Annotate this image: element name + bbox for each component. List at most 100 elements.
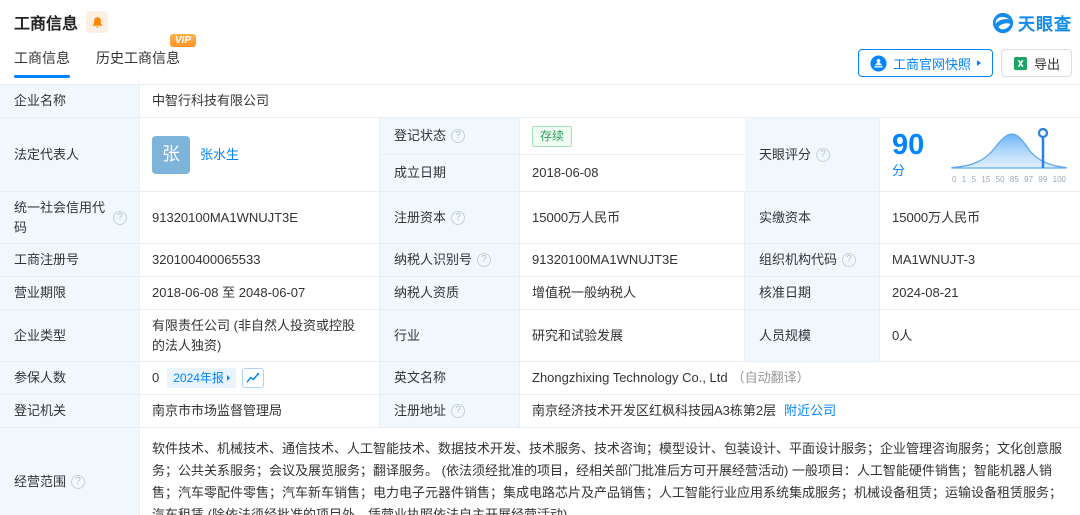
score-distribution-chart: 0151550859799100 (950, 125, 1068, 184)
business-scope-value: 软件技术、机械技术、通信技术、人工智能技术、数据技术开发、技术服务、技术咨询；模… (140, 428, 1080, 515)
field-label: 注册地址 (380, 395, 520, 427)
paid-capital-value: 15000万人民币 (880, 192, 1080, 243)
score-axis-ticks: 0151550859799100 (950, 175, 1068, 184)
table-row-reg-authority: 登记机关 南京市市场监督管理局 注册地址 南京经济技术开发区红枫科技园A3栋第2… (0, 395, 1080, 428)
score-curve (950, 125, 1068, 171)
tianyancha-logo-icon (992, 12, 1014, 34)
field-label: 登记状态 (380, 118, 520, 154)
field-label: 工商注册号 (0, 244, 140, 276)
auto-translate-note: （自动翻译） (732, 368, 810, 388)
legal-rep-cell: 张 张水生 (140, 118, 380, 191)
line-chart-icon (246, 373, 259, 384)
field-label: 统一社会信用代码 (0, 192, 140, 243)
reg-address-cell: 南京经济技术开发区红枫科技园A3栋第2层 附近公司 (520, 395, 1080, 427)
company-type-value: 有限责任公司 (非自然人投资或控股的法人独资) (140, 310, 380, 361)
business-info-panel: 工商信息 天眼查 工商信息 历史工商信息 VIP 工商官网快照 (0, 0, 1080, 515)
reg-capital-value: 15000万人民币 (520, 192, 745, 243)
org-code-value: MA1WNUJT-3 (880, 244, 1080, 276)
field-label: 经营范围 (0, 428, 140, 515)
field-label: 行业 (380, 310, 520, 361)
insured-count: 0 (152, 368, 159, 388)
reg-status-subrow: 登记状态 存续 (380, 118, 745, 155)
field-label: 英文名称 (380, 362, 520, 394)
table-row-company-type: 企业类型 有限责任公司 (非自然人投资或控股的法人独资) 行业 研究和试验发展 … (0, 310, 1080, 362)
reg-authority-value: 南京市市场监督管理局 (140, 395, 380, 427)
staff-size-value: 0人 (880, 310, 1080, 361)
status-date-column: 登记状态 存续 成立日期 2018-06-08 (380, 118, 745, 191)
taxpayer-quality-value: 增值税一般纳税人 (520, 277, 745, 309)
tab-history-business-info[interactable]: 历史工商信息 VIP (96, 48, 180, 78)
business-term-value: 2018-06-08 至 2048-06-07 (140, 277, 380, 309)
table-row-reg-number: 工商注册号 320100400065533 纳税人识别号 91320100MA1… (0, 244, 1080, 277)
excel-icon (1013, 56, 1028, 71)
page-title: 工商信息 (14, 10, 78, 34)
logo-text: 天眼查 (1018, 10, 1072, 35)
business-info-table: 企业名称 中智行科技有限公司 法定代表人 张 张水生 登记状态 存续 (0, 84, 1080, 515)
tianyancha-logo[interactable]: 天眼查 (992, 10, 1072, 35)
field-label: 实缴资本 (745, 192, 880, 243)
trend-chart-button[interactable] (242, 368, 264, 388)
status-badge: 存续 (532, 126, 572, 147)
insured-cell: 0 2024年报 (140, 362, 380, 394)
company-name-value: 中智行科技有限公司 (140, 85, 1080, 117)
official-snapshot-button[interactable]: 工商官网快照 (858, 49, 993, 77)
help-icon[interactable] (451, 211, 465, 225)
field-label: 企业名称 (0, 85, 140, 117)
help-icon[interactable] (816, 148, 830, 162)
score-cell: 90 分 (880, 118, 1080, 191)
field-label: 天眼评分 (745, 118, 880, 191)
snapshot-button-label: 工商官网快照 (893, 54, 971, 73)
legal-rep-link[interactable]: 张水生 (200, 145, 239, 165)
tab-bar: 工商信息 历史工商信息 VIP 工商官网快照 导出 (0, 38, 1080, 82)
field-label: 参保人数 (0, 362, 140, 394)
english-name-value: Zhongzhixing Technology Co., Ltd （自动翻译） (520, 362, 1080, 394)
field-label: 组织机构代码 (745, 244, 880, 276)
field-label: 纳税人资质 (380, 277, 520, 309)
export-button[interactable]: 导出 (1001, 49, 1072, 77)
help-icon[interactable] (477, 253, 491, 267)
chevron-right-icon (977, 60, 981, 66)
field-label: 注册资本 (380, 192, 520, 243)
score-marker-pin (1039, 129, 1047, 137)
stamp-icon (870, 55, 887, 72)
help-icon[interactable] (842, 253, 856, 267)
vip-badge: VIP (170, 34, 196, 47)
establish-date-subrow: 成立日期 2018-06-08 (380, 155, 745, 191)
establish-date-value: 2018-06-08 (520, 155, 745, 191)
export-button-label: 导出 (1034, 54, 1060, 73)
taxpayer-id-value: 91320100MA1WNUJT3E (520, 244, 745, 276)
score-value: 90 (892, 129, 924, 161)
nearby-companies-link[interactable]: 附近公司 (784, 401, 836, 421)
reg-status-value: 存续 (520, 118, 745, 154)
field-label: 纳税人识别号 (380, 244, 520, 276)
tab-business-info[interactable]: 工商信息 (14, 48, 70, 78)
score-unit: 分 (892, 163, 905, 178)
panel-header: 工商信息 天眼查 (0, 0, 1080, 38)
field-label: 登记机关 (0, 395, 140, 427)
annual-report-badge[interactable]: 2024年报 (167, 368, 236, 388)
tab-label: 历史工商信息 (96, 50, 180, 66)
field-label: 人员规模 (745, 310, 880, 361)
field-label: 核准日期 (745, 277, 880, 309)
table-row-insured: 参保人数 0 2024年报 英文名称 Zhongzhixing Technolo… (0, 362, 1080, 395)
help-icon[interactable] (451, 129, 465, 143)
reg-address-value: 南京经济技术开发区红枫科技园A3栋第2层 (532, 401, 776, 421)
table-row-credit-code: 统一社会信用代码 91320100MA1WNUJT3E 注册资本 15000万人… (0, 192, 1080, 244)
table-row-business-term: 营业期限 2018-06-08 至 2048-06-07 纳税人资质 增值税一般… (0, 277, 1080, 310)
table-row-company-name: 企业名称 中智行科技有限公司 (0, 85, 1080, 118)
help-icon[interactable] (71, 475, 85, 489)
field-label: 营业期限 (0, 277, 140, 309)
chevron-right-icon (227, 375, 230, 381)
credit-code-value: 91320100MA1WNUJT3E (140, 192, 380, 243)
field-label: 企业类型 (0, 310, 140, 361)
help-icon[interactable] (451, 404, 465, 418)
reg-number-value: 320100400065533 (140, 244, 380, 276)
table-row-legal-rep: 法定代表人 张 张水生 登记状态 存续 成立日期 2018-06-08 (0, 118, 1080, 192)
approval-date-value: 2024-08-21 (880, 277, 1080, 309)
field-label: 成立日期 (380, 155, 520, 191)
table-row-business-scope: 经营范围 软件技术、机械技术、通信技术、人工智能技术、数据技术开发、技术服务、技… (0, 428, 1080, 515)
field-label: 法定代表人 (0, 118, 140, 191)
tab-label: 工商信息 (14, 50, 70, 66)
help-icon[interactable] (113, 211, 127, 225)
bell-icon[interactable] (86, 11, 108, 33)
